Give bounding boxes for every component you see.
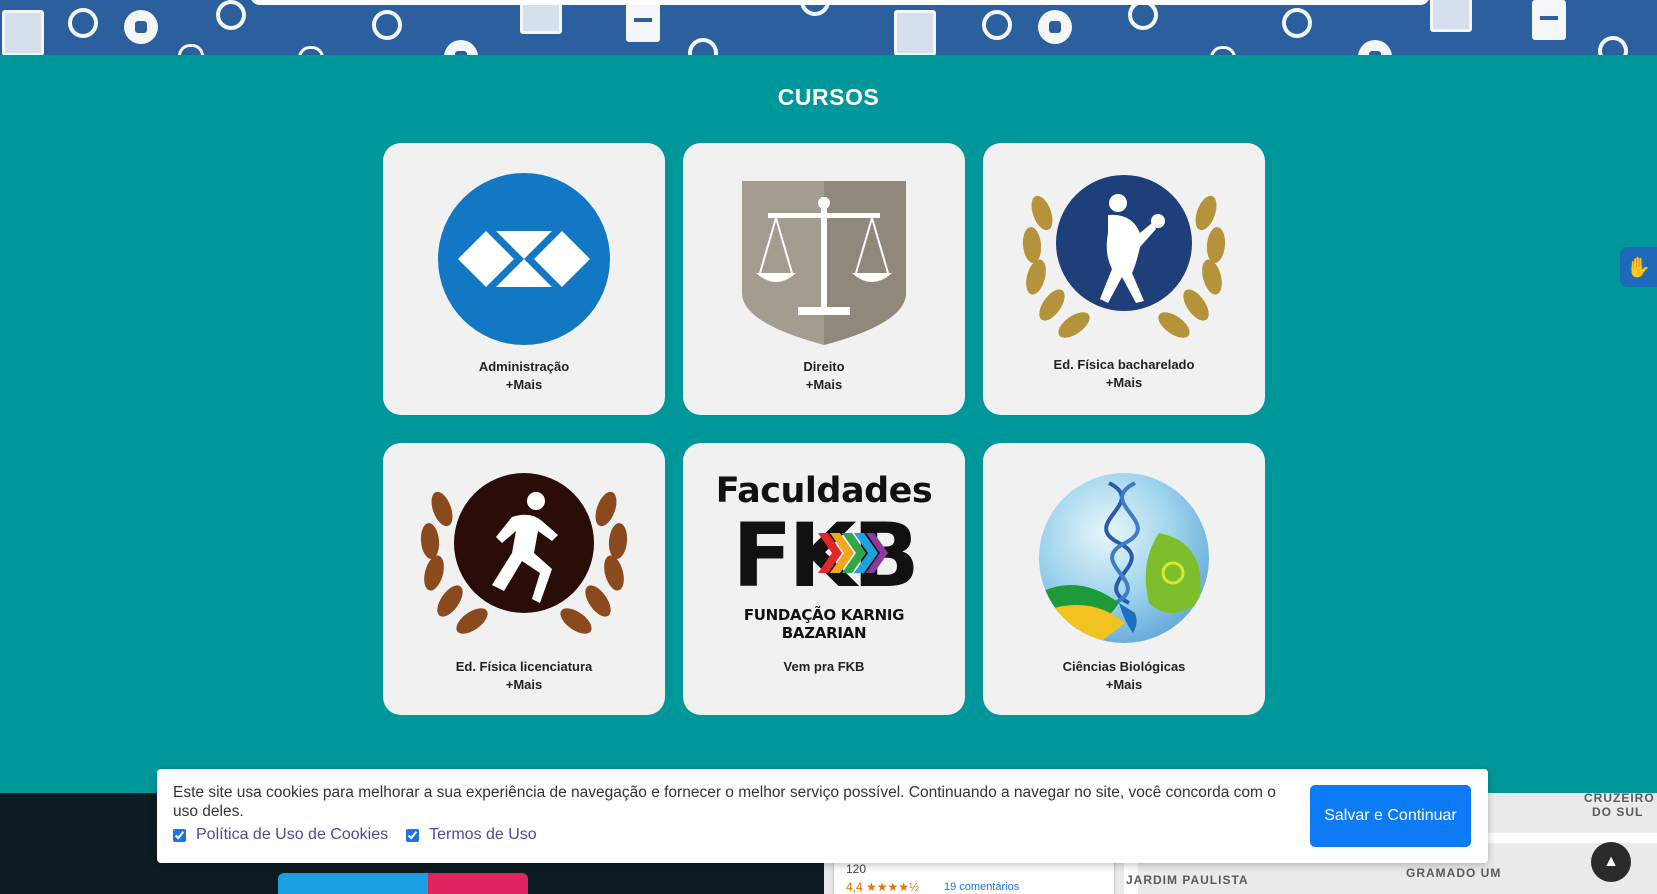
course-name: Ed. Física bacharelado: [1053, 357, 1195, 372]
cookie-policy-link[interactable]: Política de Uso de Cookies: [196, 826, 388, 844]
soccer-ball-icon: [124, 10, 158, 44]
book-icon: [2, 10, 44, 55]
fkb-logo-sub: FUNDAÇÃO KARNIG BAZARIAN: [743, 606, 905, 642]
stopwatch-icon: [1128, 0, 1158, 30]
cookie-options: Política de Uso de Cookies Termos de Uso: [173, 826, 555, 844]
heart-icon: [1210, 46, 1236, 55]
banner-strip: [250, 0, 1430, 5]
course-name: Administração: [478, 359, 570, 374]
course-card-vem-pra-fkb[interactable]: Faculdades FKB FUNDAÇÃO KARNIG BAZARIAN …: [683, 443, 965, 715]
map-label: DO SUL: [1592, 805, 1644, 819]
map-card-count: 120: [846, 862, 867, 876]
course-name: Ed. Física licenciatura: [455, 659, 593, 674]
cookie-message: Este site usa cookies para melhorar a su…: [173, 784, 1276, 820]
scale-of-justice-icon: [738, 173, 910, 345]
globe-icon: [68, 8, 98, 38]
stopwatch-icon: [216, 0, 246, 30]
fkb-logo: Faculdades FKB FUNDAÇÃO KARNIG BAZARIAN: [710, 471, 938, 642]
more-link[interactable]: +Mais: [683, 377, 965, 392]
heart-icon: [178, 44, 204, 55]
soccer-ball-icon: [444, 40, 478, 55]
globe-icon: [1282, 8, 1312, 38]
map-card-rating: 4,4 ★★★★½: [846, 880, 920, 894]
globe-icon: [982, 10, 1012, 40]
book-icon: [894, 10, 936, 55]
terms-link[interactable]: Termos de Uso: [429, 826, 537, 844]
stopwatch-icon: [688, 38, 718, 55]
chevrons-icon: [818, 533, 888, 573]
terms-checkbox[interactable]: [406, 828, 420, 842]
more-link[interactable]: +Mais: [983, 677, 1265, 692]
note-icon: [1532, 0, 1566, 40]
course-name: Direito: [803, 359, 845, 374]
administration-logo-icon: [438, 173, 610, 345]
course-card-direito[interactable]: Direito +Mais: [683, 143, 965, 415]
terms-option[interactable]: Termos de Uso: [406, 826, 537, 844]
glasses-icon: [800, 0, 830, 16]
course-card-administracao[interactable]: Administração +Mais: [383, 143, 665, 415]
map-reviews-link[interactable]: 19 comentários: [944, 881, 1019, 893]
course-card-ed-fisica-bacharelado[interactable]: Ed. Física bacharelado +Mais: [983, 143, 1265, 415]
more-link[interactable]: +Mais: [383, 377, 665, 392]
discus-thrower-icon: [1012, 173, 1236, 345]
more-link[interactable]: +Mais: [983, 375, 1265, 390]
course-card-ciencias-biologicas[interactable]: Ciências Biológicas +Mais: [983, 443, 1265, 715]
dna-leaf-icon: [1039, 473, 1209, 643]
save-continue-button[interactable]: Salvar e Continuar: [1310, 785, 1471, 847]
footer-graphic: [278, 873, 528, 894]
course-card-ed-fisica-licenciatura[interactable]: Ed. Física licenciatura +Mais: [383, 443, 665, 715]
cookie-policy-option[interactable]: Política de Uso de Cookies: [173, 826, 388, 844]
map-label: CRUZEIRO: [1584, 793, 1655, 805]
course-name: Vem pra FKB: [783, 659, 865, 674]
book-icon: [1430, 0, 1472, 32]
arrow-up-icon[interactable]: ▲: [1591, 842, 1631, 882]
globe-icon: [372, 10, 402, 40]
stopwatch-icon: [1598, 36, 1628, 55]
soccer-ball-icon: [1038, 10, 1072, 44]
heart-icon: [298, 46, 324, 55]
cookie-policy-checkbox[interactable]: [173, 828, 186, 842]
cookie-banner: Este site usa cookies para melhorar a su…: [157, 769, 1488, 863]
more-link[interactable]: +Mais: [383, 677, 665, 692]
course-name: Ciências Biológicas: [1062, 659, 1186, 674]
book-icon: [520, 0, 562, 34]
section-title: CURSOS: [777, 84, 880, 110]
map-label: GRAMADO UM: [1406, 866, 1502, 880]
soccer-ball-icon: [1358, 40, 1392, 55]
top-pattern-banner: [0, 0, 1657, 55]
sign-language-hand-icon[interactable]: ✋: [1620, 247, 1657, 287]
map-label: JARDIM PAULISTA: [1126, 873, 1249, 887]
runner-icon: [412, 473, 636, 645]
note-icon: [626, 2, 660, 42]
